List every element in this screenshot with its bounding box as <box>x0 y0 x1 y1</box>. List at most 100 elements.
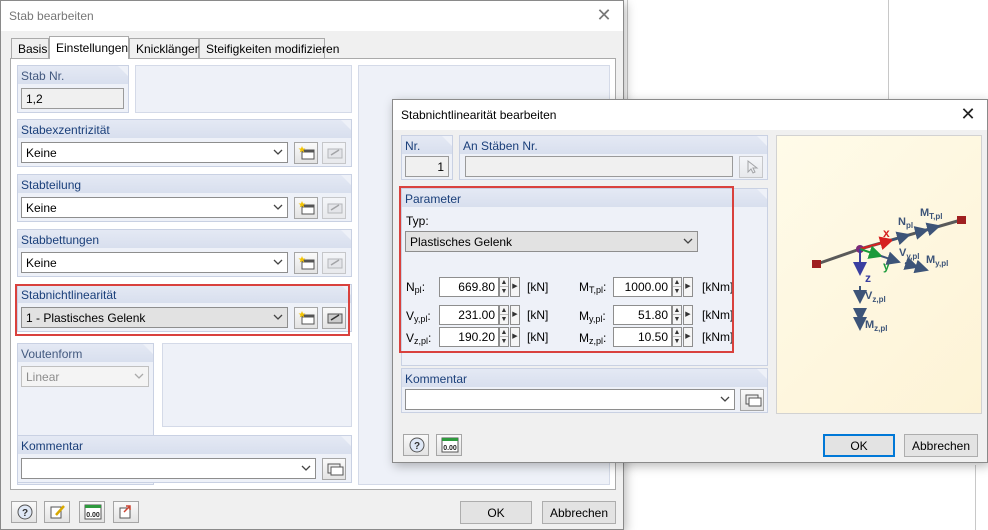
edit-item-icon <box>327 258 343 269</box>
calculator-icon: 0.00 <box>441 437 459 453</box>
edit-bettung-button[interactable] <box>322 252 346 274</box>
an-staeben-label: An Stäben Nr. <box>460 136 767 154</box>
help-icon: ? <box>409 437 425 453</box>
highlight-nichtlinearitaet <box>15 284 350 336</box>
main-export-button[interactable] <box>113 501 139 523</box>
highlight-parameter <box>399 186 734 353</box>
new-item-icon <box>298 256 315 270</box>
group-stab-nr: Stab Nr. 1,2 <box>17 65 129 113</box>
hinge-preview-panel: x y z Npl MT,pl Vy,pl My,pl Vz,pl Mz,pl <box>776 135 982 414</box>
comment-library-icon <box>745 394 762 407</box>
empty-panel-top <box>135 65 352 113</box>
sub-help-button[interactable]: ? <box>403 434 429 456</box>
select-members-button[interactable] <box>739 156 763 178</box>
tab-steifigkeiten[interactable]: Steifigkeiten modifizieren <box>199 38 339 58</box>
group-teilung: Stabteilung Keine <box>17 174 352 222</box>
kommentar-library-button[interactable] <box>322 458 346 480</box>
close-icon[interactable]: ✕ <box>957 104 979 126</box>
sub-calculator-button[interactable]: 0.00 <box>436 434 462 456</box>
edit-item-icon <box>327 148 343 159</box>
main-titlebar: Stab bearbeiten ✕ <box>1 1 623 31</box>
main-cancel-button[interactable]: Abbrechen <box>542 501 616 524</box>
new-exzentrizitaet-button[interactable] <box>294 142 318 164</box>
exzentrizitaet-label: Stabexzentrizität <box>18 120 351 138</box>
stab-nr-field: 1,2 <box>21 88 124 109</box>
kommentar-input[interactable] <box>21 458 316 479</box>
group-nr: Nr. 1 <box>401 135 453 180</box>
member-end-left <box>812 260 821 268</box>
nr-field: 1 <box>405 156 449 177</box>
sub-kommentar-library-button[interactable] <box>740 389 764 411</box>
chevron-down-icon <box>720 396 730 402</box>
member-end-right <box>957 216 966 224</box>
chevron-down-icon <box>273 204 283 210</box>
kommentar-label: Kommentar <box>18 436 351 454</box>
axis-z-label: z <box>865 271 871 285</box>
main-calc-text: 0.00 <box>86 512 100 519</box>
comment-library-icon <box>327 463 344 476</box>
group-stab-nr-label: Stab Nr. <box>18 66 128 84</box>
teilung-value: Keine <box>26 201 57 215</box>
sub-ok-button[interactable]: OK <box>823 434 895 457</box>
export-icon <box>119 505 131 519</box>
edit-exzentrizitaet-button[interactable] <box>322 142 346 164</box>
bettungen-select[interactable]: Keine <box>21 252 288 273</box>
bettungen-label: Stabbettungen <box>18 230 351 248</box>
vzpl-label: Vz,pl <box>865 290 886 304</box>
sub-titlebar: Stabnichtlinearität bearbeiten ✕ <box>393 100 987 130</box>
exzentrizitaet-select[interactable]: Keine <box>21 142 288 163</box>
main-calculator-button[interactable]: 0.00 <box>79 501 105 523</box>
sub-kommentar-label: Kommentar <box>402 369 767 387</box>
empty-panel-middle <box>162 343 352 427</box>
voutenform-value: Linear <box>26 370 60 384</box>
mypl-label: My,pl <box>926 254 948 268</box>
svg-text:?: ? <box>22 508 28 519</box>
mtpl-label: MT,pl <box>920 207 943 221</box>
mzpl-label: Mz,pl <box>865 319 888 333</box>
close-icon[interactable]: ✕ <box>593 5 615 27</box>
group-kommentar: Kommentar <box>17 435 352 483</box>
axis-y-arrow <box>859 245 883 259</box>
cursor-select-icon <box>747 159 759 174</box>
chevron-down-icon <box>273 149 283 155</box>
plastic-hinge-diagram: x y z Npl MT,pl Vy,pl My,pl Vz,pl Mz,pl <box>812 207 966 333</box>
axis-x-arrow <box>859 236 894 250</box>
voutenform-select[interactable]: Linear <box>21 366 149 387</box>
edit-teilung-button[interactable] <box>322 197 346 219</box>
teilung-label: Stabteilung <box>18 175 351 193</box>
sub-kommentar-input[interactable] <box>405 389 735 410</box>
an-staeben-field <box>465 156 733 177</box>
new-item-icon <box>298 201 315 215</box>
tab-knicklaengen[interactable]: Knicklängen <box>129 38 201 58</box>
exzentrizitaet-value: Keine <box>26 146 57 160</box>
main-dialog-title: Stab bearbeiten <box>9 9 94 23</box>
main-help-button[interactable]: ? <box>11 501 37 523</box>
group-bettungen: Stabbettungen Keine <box>17 229 352 277</box>
tab-einstellungen[interactable]: Einstellungen <box>49 36 129 59</box>
mypl-arrow-2 <box>913 259 929 274</box>
vypl-label: Vy,pl <box>899 247 920 261</box>
group-exzentrizitaet: Stabexzentrizität Keine <box>17 119 352 167</box>
new-bettung-button[interactable] <box>294 252 318 274</box>
chevron-down-icon <box>134 373 144 379</box>
nr-label: Nr. <box>402 136 452 154</box>
tab-basis[interactable]: Basis <box>11 38 49 58</box>
member-line-left <box>816 247 861 266</box>
group-an-staeben: An Stäben Nr. <box>459 135 768 180</box>
pencil-icon <box>50 505 65 519</box>
new-item-icon <box>298 146 315 160</box>
npl-label: Npl <box>898 216 913 230</box>
help-icon: ? <box>17 504 33 520</box>
teilung-select[interactable]: Keine <box>21 197 288 218</box>
calculator-icon: 0.00 <box>84 504 102 520</box>
new-teilung-button[interactable] <box>294 197 318 219</box>
voutenform-label: Voutenform <box>18 344 153 362</box>
chevron-down-icon <box>273 259 283 265</box>
chevron-down-icon <box>301 465 311 471</box>
main-edit-button[interactable] <box>44 501 70 523</box>
svg-text:?: ? <box>414 441 420 452</box>
sub-cancel-button[interactable]: Abbrechen <box>904 434 978 457</box>
main-ok-button[interactable]: OK <box>460 501 532 524</box>
sub-dialog-title: Stabnichtlinearität bearbeiten <box>401 108 557 122</box>
bettungen-value: Keine <box>26 256 57 270</box>
